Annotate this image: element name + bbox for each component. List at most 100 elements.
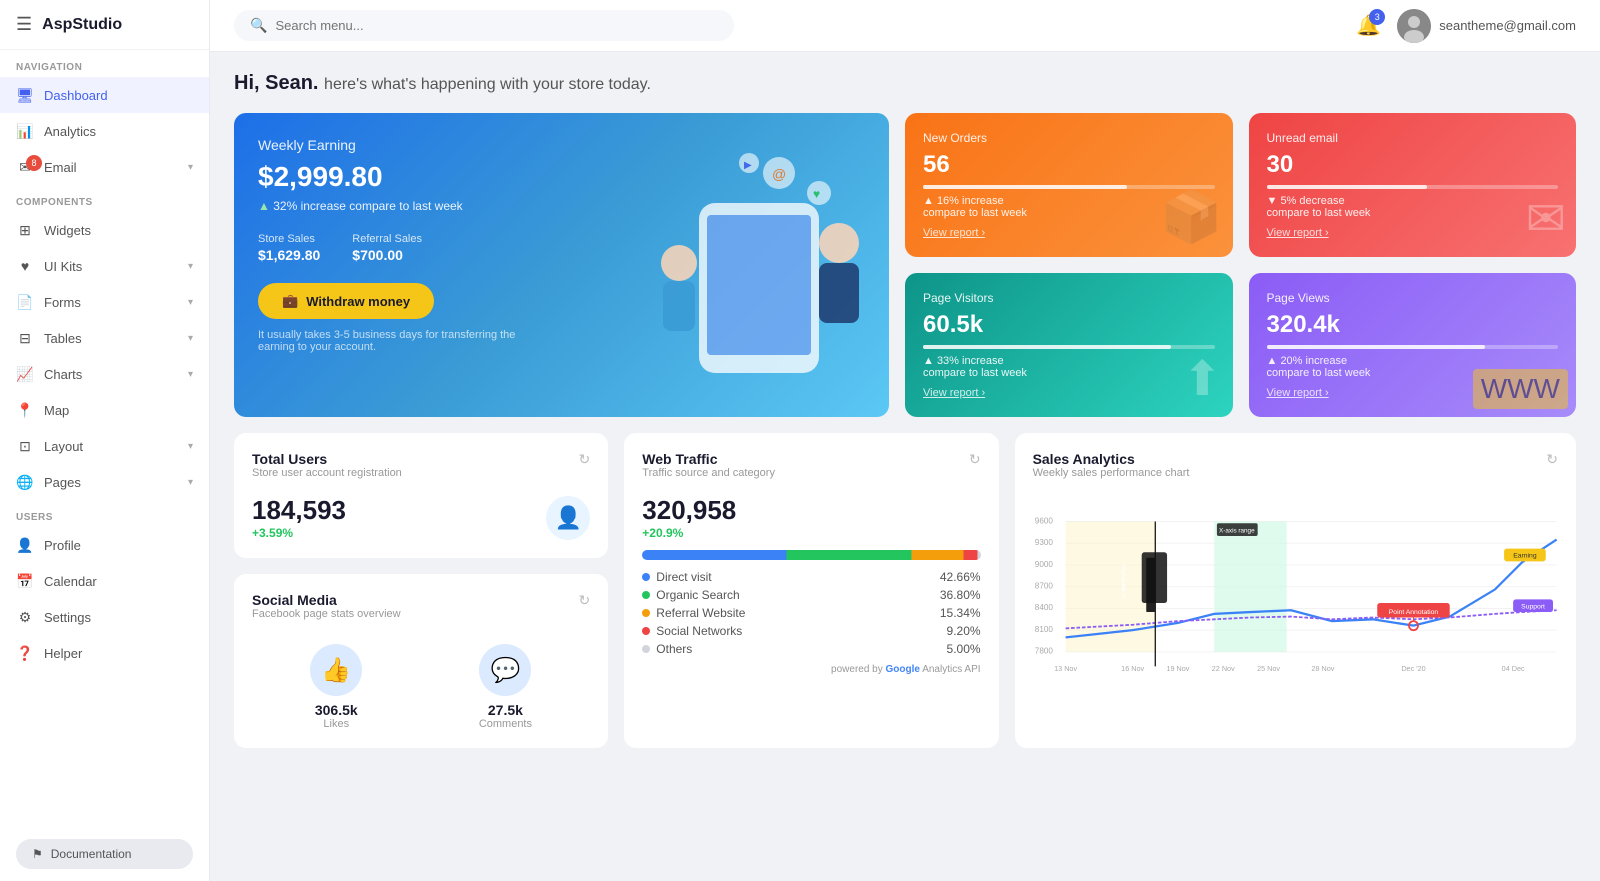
legend-label: Direct visit: [656, 570, 711, 584]
svg-text:X-axis range: X-axis range: [1219, 527, 1255, 534]
dashboard-icon: 🖥: [16, 86, 34, 104]
sidebar-item-dashboard[interactable]: 🖥 Dashboard: [0, 77, 209, 113]
chevron-down-icon: ▾: [188, 441, 193, 452]
comments-label: Comments: [479, 718, 532, 730]
stat-trend: ▼ 5% decreasecompare to last week: [1267, 195, 1559, 219]
refresh-icon[interactable]: ↻: [1546, 451, 1558, 468]
notification-badge: 3: [1369, 9, 1385, 25]
doc-label: Documentation: [51, 847, 132, 861]
users-trend: +3.59%: [252, 526, 346, 540]
wallet-icon: 💼: [282, 293, 298, 309]
documentation-button[interactable]: ⚑ Documentation: [16, 839, 193, 869]
tables-icon: ⊟: [16, 329, 34, 347]
progress-bar: [1267, 185, 1559, 189]
svg-text:13 Nov: 13 Nov: [1054, 664, 1077, 673]
svg-text:22 Nov: 22 Nov: [1211, 664, 1234, 673]
sidebar-item-label: Email: [44, 160, 77, 175]
visitors-icon: ⬆: [1182, 351, 1222, 407]
withdraw-button[interactable]: 💼 Withdraw money: [258, 283, 434, 319]
widget-sub: Facebook page stats overview: [252, 608, 401, 620]
users-section-label: Users: [0, 500, 209, 527]
sidebar-item-settings[interactable]: ⚙ Settings: [0, 599, 209, 635]
sidebar-item-tables[interactable]: ⊟ Tables ▾: [0, 320, 209, 356]
legend-label: Others: [656, 642, 692, 656]
legend-left: Direct visit: [642, 570, 711, 584]
svg-text:Dec '20: Dec '20: [1401, 664, 1425, 673]
widgets-icon: ⊞: [16, 221, 34, 239]
sidebar-item-label: UI Kits: [44, 259, 82, 274]
legend-value: 5.00%: [947, 642, 981, 656]
sidebar-item-calendar[interactable]: 📅 Calendar: [0, 563, 209, 599]
svg-text:▶: ▶: [744, 160, 752, 171]
stat-trend: ▲ 33% increasecompare to last week: [923, 355, 1215, 379]
sidebar-item-charts[interactable]: 📈 Charts ▾: [0, 356, 209, 392]
svg-text:♥: ♥: [813, 187, 820, 201]
widget-title-area: Social Media Facebook page stats overvie…: [252, 592, 401, 632]
chart-title: Sales Analytics: [1033, 451, 1190, 467]
search-box[interactable]: 🔍: [234, 10, 734, 41]
chevron-down-icon: ▾: [188, 162, 193, 173]
greeting-subtitle: here's what's happening with your store …: [324, 76, 651, 93]
card-title: Unread email: [1267, 131, 1559, 145]
view-report-link[interactable]: View report ›: [1267, 227, 1559, 239]
svg-text:7800: 7800: [1034, 647, 1053, 656]
traffic-bar: [642, 550, 980, 560]
nav-section-label: Navigation: [0, 50, 209, 77]
sidebar-item-email[interactable]: ✉ 8 Email ▾: [0, 149, 209, 185]
sidebar-item-label: Tables: [44, 331, 82, 346]
pages-icon: 🌐: [16, 473, 34, 491]
svg-text:9300: 9300: [1034, 538, 1053, 547]
likes-value: 306.5k: [310, 702, 362, 718]
refresh-icon[interactable]: ↻: [969, 451, 981, 468]
up-icon: ▲: [258, 199, 270, 213]
widget-header: Sales Analytics Weekly sales performance…: [1033, 451, 1558, 491]
sidebar-item-label: Analytics: [44, 124, 96, 139]
layout-icon: ⊡: [16, 437, 34, 455]
notification-button[interactable]: 🔔 3: [1356, 13, 1381, 38]
legend-dot: [642, 573, 650, 581]
sidebar-item-uikits[interactable]: ♥ UI Kits ▾: [0, 248, 209, 284]
view-report-link[interactable]: View report ›: [923, 387, 1215, 399]
charts-icon: 📈: [16, 365, 34, 383]
sidebar-item-layout[interactable]: ⊡ Layout ▾: [0, 428, 209, 464]
weekly-earning-card: Weekly Earning $2,999.80 ▲ 32% increase …: [234, 113, 889, 417]
legend-item: Others 5.00%: [642, 642, 980, 656]
sales-analytics-card: Sales Analytics Weekly sales performance…: [1015, 433, 1576, 748]
svg-text:8100: 8100: [1034, 625, 1053, 634]
user-info[interactable]: seantheme@gmail.com: [1397, 9, 1576, 43]
widget-header: Social Media Facebook page stats overvie…: [252, 592, 590, 632]
svg-text:28 Nov: 28 Nov: [1311, 664, 1334, 673]
bottom-grid: Total Users Store user account registrat…: [234, 433, 1576, 748]
sidebar-item-profile[interactable]: 👤 Profile: [0, 527, 209, 563]
logo-text: AspStudio: [42, 16, 122, 34]
sidebar-item-label: Forms: [44, 295, 81, 310]
legend-label: Referral Website: [656, 606, 745, 620]
sidebar-item-map[interactable]: 📍 Map: [0, 392, 209, 428]
sidebar-item-analytics[interactable]: 📊 Analytics: [0, 113, 209, 149]
widget-header: Web Traffic Traffic source and category …: [642, 451, 980, 491]
legend-value: 36.80%: [940, 588, 981, 602]
traffic-legend: Direct visit 42.66% Organic Search 36.80…: [642, 570, 980, 656]
legend-item: Referral Website 15.34%: [642, 606, 980, 620]
refresh-icon[interactable]: ↻: [579, 451, 591, 468]
forms-icon: 📄: [16, 293, 34, 311]
email-badge: 8: [26, 155, 42, 171]
sidebar-item-helper[interactable]: ❓ Helper: [0, 635, 209, 671]
refresh-icon[interactable]: ↻: [579, 592, 591, 609]
widget-title: Social Media: [252, 592, 401, 608]
sidebar-item-widgets[interactable]: ⊞ Widgets: [0, 212, 209, 248]
search-input[interactable]: [275, 18, 718, 33]
sidebar-item-pages[interactable]: 🌐 Pages ▾: [0, 464, 209, 500]
progress-fill: [923, 345, 1171, 349]
card-note: It usually takes 3-5 business days for t…: [258, 329, 538, 353]
legend-left: Social Networks: [642, 624, 742, 638]
page-visitors-card: Page Visitors 60.5k ▲ 33% increasecompar…: [905, 273, 1233, 417]
hamburger-icon[interactable]: ☰: [16, 14, 32, 35]
svg-text:16 Nov: 16 Nov: [1121, 664, 1144, 673]
legend-left: Referral Website: [642, 606, 745, 620]
widget-title-area: Total Users Store user account registrat…: [252, 451, 402, 491]
thumbs-up-icon: 👍: [321, 656, 351, 685]
sidebar-bottom: ⚑ Documentation: [0, 827, 209, 881]
sidebar-item-forms[interactable]: 📄 Forms ▾: [0, 284, 209, 320]
legend-item: Social Networks 9.20%: [642, 624, 980, 638]
